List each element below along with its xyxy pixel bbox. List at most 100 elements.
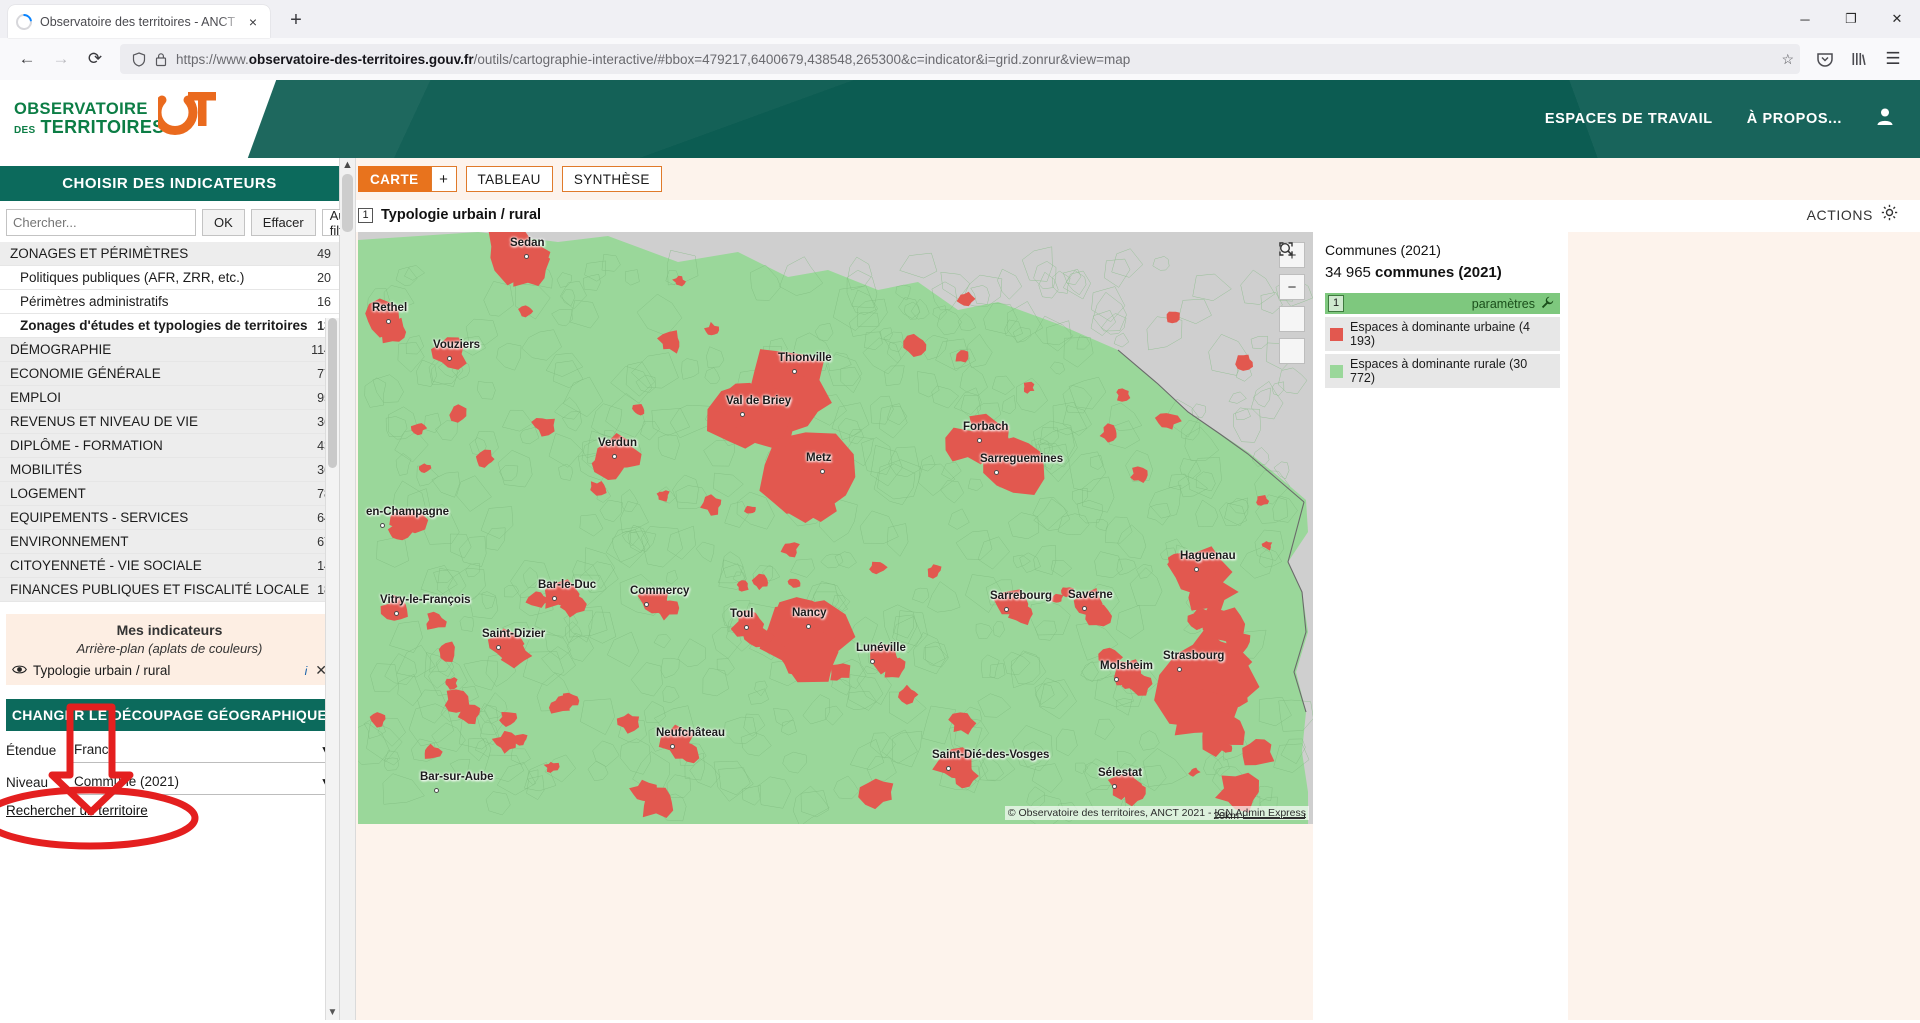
city-dot [524, 254, 529, 259]
nav-espaces-de-travail[interactable]: ESPACES DE TRAVAIL [1545, 111, 1713, 127]
city-dot [447, 356, 452, 361]
search-territory-link[interactable]: Rechercher un territoire [6, 803, 148, 818]
category-row[interactable]: CITOYENNETÉ - VIE SOCIALE14 [0, 554, 339, 578]
category-row[interactable]: ENVIRONNEMENT67 [0, 530, 339, 554]
category-row[interactable]: MOBILITÉS36 [0, 458, 339, 482]
extent-select[interactable]: France ▾ [70, 737, 333, 763]
menu-icon[interactable]: ☰ [1876, 44, 1910, 74]
back-icon[interactable]: ← [10, 44, 44, 74]
zoom-out-button[interactable]: − [1279, 274, 1305, 300]
city-dot [552, 596, 557, 601]
category-row[interactable]: EMPLOI95 [0, 386, 339, 410]
city-label: en-Champagne [366, 506, 450, 518]
map-scale-label: 20km [1213, 810, 1239, 822]
level-select[interactable]: Commune (2021) ▾ [70, 769, 333, 795]
category-row[interactable]: Zonages d'études et typologies de territ… [0, 314, 339, 338]
tab-tableau[interactable]: TABLEAU [465, 166, 553, 192]
logo-mark-icon [152, 90, 220, 143]
category-label: CITOYENNETÉ - VIE SOCIALE [10, 558, 202, 573]
close-window-button[interactable]: ✕ [1874, 0, 1920, 38]
eye-icon[interactable] [12, 664, 27, 678]
category-count: 16 [317, 294, 331, 309]
legend-count-unit: communes (2021) [1375, 264, 1502, 281]
city-dot [740, 412, 745, 417]
city-label: Thionville [778, 352, 832, 364]
wrench-icon[interactable] [1541, 296, 1554, 312]
tab-synthese[interactable]: SYNTHÈSE [561, 166, 662, 192]
url-text: https://www.observatoire-des-territoires… [176, 52, 1792, 67]
city-label: Bar-sur-Aube [420, 771, 494, 783]
browser-tab[interactable]: Observatoire des territoires - ANCT × [8, 5, 270, 38]
add-tab-button[interactable]: + [430, 166, 457, 192]
city-label: Sélestat [1098, 767, 1143, 779]
content-scrollbar-thumb[interactable] [342, 174, 353, 232]
my-indicators-panel: Mes indicateurs Arrière-plan (aplats de … [6, 614, 333, 685]
gear-icon[interactable] [1881, 204, 1898, 226]
city-label: Metz [806, 452, 832, 464]
my-indicator-label[interactable]: Typologie urbain / rural [33, 663, 305, 678]
category-row[interactable]: DÉMOGRAPHIE 114 [0, 338, 339, 362]
interactive-map[interactable]: + − © Observatoire des territoires, ANCT… [358, 232, 1313, 824]
window-controls: ─ ❐ ✕ [1782, 0, 1920, 38]
sidebar-scrollbar-thumb[interactable] [328, 318, 337, 468]
category-row[interactable]: ECONOMIE GÉNÉRALE77 [0, 362, 339, 386]
forward-icon[interactable]: → [44, 44, 78, 74]
legend-item[interactable]: Espaces à dominante rurale (30 772) [1325, 354, 1560, 388]
category-row[interactable]: Politiques publiques (AFR, ZRR, etc.) 20 [0, 266, 339, 290]
category-row[interactable]: REVENUS ET NIVEAU DE VIE36 [0, 410, 339, 434]
legend-swatch [1330, 327, 1343, 341]
info-icon[interactable]: i [305, 664, 308, 678]
maximize-button[interactable]: ❐ [1828, 0, 1874, 38]
city-dot [870, 659, 875, 664]
city-dot [434, 788, 439, 793]
city-label: Vitry-le-François [380, 594, 471, 606]
scroll-up-icon[interactable]: ▲ [340, 159, 355, 171]
shield-icon[interactable] [128, 51, 150, 67]
scroll-down-icon[interactable]: ▼ [326, 1007, 339, 1018]
level-label: Niveau [6, 774, 49, 790]
category-label: MOBILITÉS [10, 462, 83, 477]
url-bar[interactable]: https://www.observatoire-des-territoires… [120, 44, 1800, 74]
map-search-button[interactable] [1279, 242, 1305, 332]
my-indicator-row: Typologie urbain / rural i ✕ [12, 662, 327, 679]
actions-button[interactable]: ACTIONS [1807, 204, 1898, 226]
site-logo[interactable]: OBSERVATOIRE DES TERRITOIRES [0, 80, 277, 158]
legend-panel: Communes (2021) 34 965 communes (2021) 1… [1313, 232, 1568, 1020]
clear-button[interactable]: Effacer [250, 209, 316, 236]
nav-a-propos[interactable]: À PROPOS... [1747, 111, 1842, 127]
category-row[interactable]: LOGEMENT78 [0, 482, 339, 506]
fullscreen-button[interactable] [1279, 242, 1305, 364]
reload-icon[interactable]: ⟳ [78, 44, 112, 74]
category-row[interactable]: Périmètres administratifs 16 [0, 290, 339, 314]
user-icon[interactable] [1876, 107, 1894, 131]
city-dot [612, 454, 617, 459]
bookmark-icon[interactable]: ☆ [1781, 51, 1794, 68]
search-input[interactable] [6, 209, 196, 236]
city-label: Val de Briey [726, 395, 792, 407]
ok-button[interactable]: OK [202, 209, 245, 236]
category-row[interactable]: EQUIPEMENTS - SERVICES64 [0, 506, 339, 530]
close-tab-icon[interactable]: × [244, 14, 262, 30]
lock-icon[interactable] [150, 52, 172, 67]
minimize-button[interactable]: ─ [1782, 0, 1828, 38]
category-row[interactable]: DIPLÔME - FORMATION43 [0, 434, 339, 458]
city-label: Nancy [792, 607, 827, 619]
legend-item[interactable]: Espaces à dominante urbaine (4 193) [1325, 317, 1560, 351]
map-scale-line [1243, 813, 1305, 819]
city-label: Molsheim [1100, 660, 1154, 672]
library-icon[interactable] [1842, 44, 1876, 74]
legend-params-label[interactable]: paramètres [1472, 297, 1535, 311]
tab-carte[interactable]: CARTE [358, 166, 431, 192]
city-label: Neufchâteau [656, 727, 726, 739]
category-row[interactable]: ZONAGES ET PÉRIMÈTRES 49 [0, 242, 339, 266]
pocket-icon[interactable] [1808, 44, 1842, 74]
my-indicators-subtitle: Arrière-plan (aplats de couleurs) [76, 641, 263, 656]
extent-row: Étendue France ▾ [0, 731, 339, 763]
legend-layer-bar[interactable]: 1 paramètres [1325, 293, 1560, 314]
indicator-filters: OK Effacer Autres filtres [0, 201, 397, 242]
category-row[interactable]: FINANCES PUBLIQUES ET FISCALITÉ LOCALE18 [0, 578, 339, 602]
new-tab-button[interactable]: + [280, 4, 312, 36]
sidebar-scrollbar[interactable]: ▼ [325, 318, 339, 1020]
category-label: Zonages d'études et typologies de territ… [20, 318, 308, 333]
legend-item-label: Espaces à dominante urbaine (4 193) [1350, 320, 1530, 348]
